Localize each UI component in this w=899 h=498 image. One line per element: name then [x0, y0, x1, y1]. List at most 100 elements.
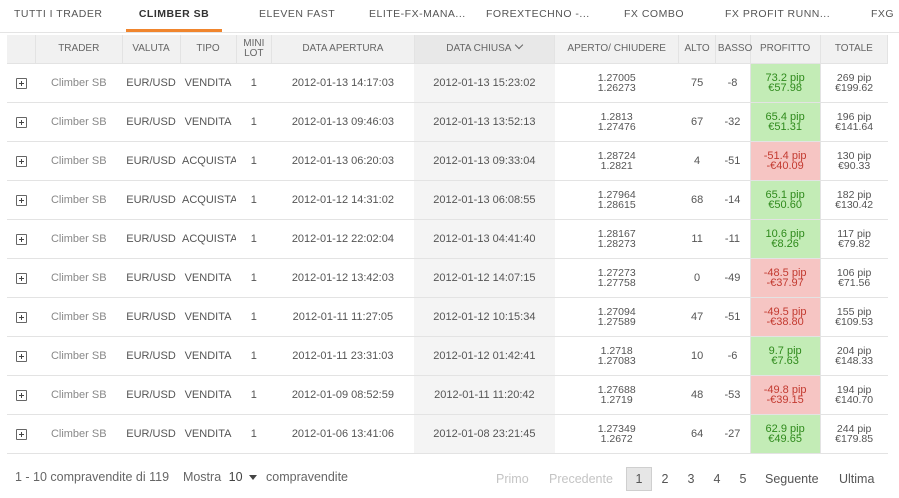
lot-cell: 1	[236, 414, 272, 454]
valuta-cell: EUR/USD	[122, 63, 181, 103]
close-price: 1.2672	[600, 433, 633, 445]
header-profitto[interactable]: PROFITTO	[750, 35, 821, 64]
total-cell: 244 pip €179.85	[820, 414, 888, 454]
table-row[interactable]: Climber SB EUR/USD ACQUISTA 1 2012-01-12 14:…	[7, 180, 888, 220]
tab-fxg[interactable]: FXG	[871, 0, 894, 29]
header-alto[interactable]: ALTO	[678, 35, 716, 64]
table-row[interactable]: Climber SB EUR/USD VENDITA 1 2012-01-06 13:4…	[7, 414, 888, 454]
basso-cell: -32	[715, 102, 751, 142]
table-row[interactable]: Climber SB EUR/USD ACQUISTA 1 2012-01-12 22:…	[7, 219, 888, 259]
alto-cell: 67	[678, 102, 716, 142]
pager-page-4[interactable]: 4	[711, 467, 723, 491]
total-eur: €141.64	[835, 121, 874, 133]
open-date-cell: 2012-01-12 22:02:04	[271, 219, 415, 259]
expand-plus-icon[interactable]	[15, 350, 27, 362]
valuta-cell: EUR/USD	[122, 375, 181, 415]
expand-cell	[7, 219, 36, 259]
tipo-cell: VENDITA	[180, 63, 237, 103]
pager-first[interactable]: Primo	[496, 467, 529, 491]
tipo-cell: VENDITA	[180, 336, 237, 376]
lot-cell: 1	[236, 180, 272, 220]
tab-elite-fx-mana[interactable]: ELITE-FX-MANA...	[369, 0, 466, 29]
total-cell: 117 pip €79.82	[820, 219, 888, 259]
expand-plus-icon[interactable]	[15, 116, 27, 128]
header-data-apertura[interactable]: DATA APERTURA	[271, 35, 415, 64]
table-row[interactable]: Climber SB EUR/USD VENDITA 1 2012-01-13 09:4…	[7, 102, 888, 142]
open-date-cell: 2012-01-13 14:17:03	[271, 63, 415, 103]
profit-eur: -€38.80	[766, 316, 804, 328]
tab-fx-profit-runn[interactable]: FX PROFIT RUNN...	[725, 0, 830, 29]
profit-eur: €7.63	[771, 355, 799, 367]
tab-eleven-fast[interactable]: ELEVEN FAST	[259, 0, 335, 29]
alto-cell: 0	[678, 258, 716, 298]
page-size-select[interactable]: 10	[229, 470, 259, 484]
tipo-cell: ACQUISTA	[180, 141, 237, 181]
pager-page-1[interactable]: 1	[626, 467, 652, 491]
header-trader[interactable]: TRADER	[35, 35, 123, 64]
open-close-cell: 1.27688 1.2719	[554, 375, 679, 415]
valuta-cell: EUR/USD	[122, 297, 181, 337]
header-aperto-chiudere[interactable]: APERTO/ CHIUDERE	[554, 35, 680, 64]
expand-cell	[7, 258, 36, 298]
total-cell: 269 pip €199.62	[820, 63, 888, 103]
open-close-cell: 1.27349 1.2672	[554, 414, 679, 454]
header-valuta[interactable]: VALUTA	[122, 35, 181, 64]
expand-plus-icon[interactable]	[15, 311, 27, 323]
expand-cell	[7, 414, 36, 454]
table-row[interactable]: Climber SB EUR/USD VENDITA 1 2012-01-11 23:3…	[7, 336, 888, 376]
table-row[interactable]: Climber SB EUR/USD VENDITA 1 2012-01-12 13:4…	[7, 258, 888, 298]
close-date-cell: 2012-01-11 11:20:42	[414, 375, 555, 415]
tab-tutti-i-trader[interactable]: TUTTI I TRADER	[14, 0, 102, 29]
pager-page-2[interactable]: 2	[659, 467, 671, 491]
close-price: 1.27758	[597, 277, 636, 289]
alto-cell: 4	[678, 141, 716, 181]
alto-cell: 47	[678, 297, 716, 337]
valuta-cell: EUR/USD	[122, 141, 181, 181]
header-mini-lot[interactable]: MINI LOT	[236, 35, 273, 64]
page-size-suffix: compravendite	[266, 470, 349, 484]
expand-plus-icon[interactable]	[15, 77, 27, 89]
table-row[interactable]: Climber SB EUR/USD ACQUISTA 1 2012-01-13 06:…	[7, 141, 888, 181]
sort-desc-icon	[515, 40, 524, 50]
pager-last[interactable]: Ultima	[839, 467, 874, 491]
close-price: 1.28273	[597, 238, 636, 250]
header-tipo[interactable]: TIPO	[180, 35, 237, 64]
open-date-cell: 2012-01-11 23:31:03	[271, 336, 415, 376]
expand-plus-icon[interactable]	[15, 272, 27, 284]
tab-forextechno[interactable]: FOREXTECHNO -...	[486, 0, 590, 29]
profit-cell: 73.2 pip €57.98	[749, 63, 821, 103]
tab-fx-combo[interactable]: FX COMBO	[624, 0, 684, 29]
expand-plus-icon[interactable]	[15, 233, 27, 245]
profit-cell: 65.4 pip €51.31	[749, 102, 821, 142]
pager-page-3[interactable]: 3	[685, 467, 697, 491]
expand-plus-icon[interactable]	[15, 155, 27, 167]
profit-cell: 65.1 pip €50.60	[749, 180, 821, 220]
alto-cell: 48	[678, 375, 716, 415]
expand-cell	[7, 141, 36, 181]
tab-climber-sb[interactable]: CLIMBER SB	[126, 0, 222, 32]
pager-next[interactable]: Seguente	[765, 467, 819, 491]
pager-page-5[interactable]: 5	[737, 467, 749, 491]
expand-plus-icon[interactable]	[15, 389, 27, 401]
total-cell: 182 pip €130.42	[820, 180, 888, 220]
table-row[interactable]: Climber SB EUR/USD VENDITA 1 2012-01-13 14:1…	[7, 63, 888, 103]
profit-cell: 9.7 pip €7.63	[749, 336, 821, 376]
profit-cell: -51.4 pip -€40.09	[749, 141, 821, 181]
table-footer: 1 - 10 compravendite di 119 Mostra 10 co…	[0, 460, 899, 498]
expand-plus-icon[interactable]	[15, 194, 27, 206]
open-close-cell: 1.28724 1.2821	[554, 141, 679, 181]
expand-plus-icon[interactable]	[15, 428, 27, 440]
open-close-cell: 1.27094 1.27589	[554, 297, 679, 337]
table-row[interactable]: Climber SB EUR/USD VENDITA 1 2012-01-11 11:2…	[7, 297, 888, 337]
trader-cell: Climber SB	[35, 219, 123, 259]
table-row[interactable]: Climber SB EUR/USD VENDITA 1 2012-01-09 08:5…	[7, 375, 888, 415]
basso-cell: -8	[715, 63, 751, 103]
close-price: 1.27589	[597, 316, 636, 328]
pager-previous[interactable]: Precedente	[549, 467, 613, 491]
header-totale[interactable]: TOTALE	[820, 35, 889, 64]
expand-cell	[7, 63, 36, 103]
header-data-chiusa[interactable]: DATA CHIUSA	[414, 35, 556, 64]
profit-eur: €49.65	[768, 433, 802, 445]
header-basso[interactable]: BASSO	[715, 35, 752, 64]
trader-cell: Climber SB	[35, 63, 123, 103]
